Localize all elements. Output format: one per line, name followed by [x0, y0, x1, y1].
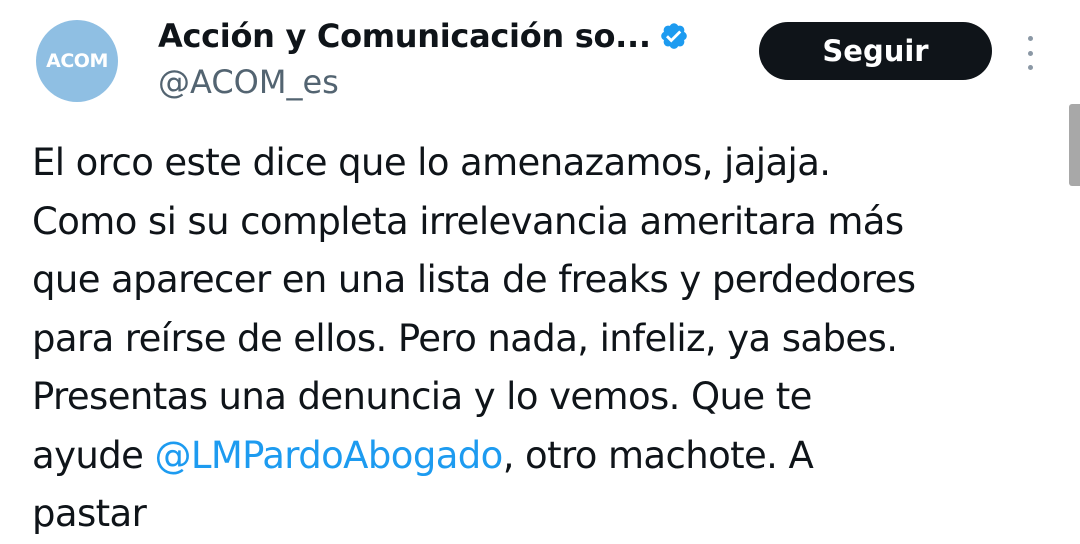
display-name[interactable]: Acción y Comunicación so... [158, 14, 651, 58]
tweet-line: Presentas una denuncia y lo vemos. Que t… [32, 375, 812, 418]
more-vertical-icon[interactable] [1024, 36, 1036, 70]
more-dot [1027, 65, 1033, 70]
author-name-row: Acción y Comunicación so... [158, 14, 689, 58]
follow-button[interactable]: Seguir [759, 22, 992, 80]
tweet-text-segment: ayude [32, 433, 155, 477]
verified-badge-icon [660, 23, 687, 49]
tweet-line: El orco este dice que lo amenazamos, jaj… [32, 141, 831, 184]
author-handle[interactable]: @ACOM_es [158, 62, 339, 102]
tweet-line: Como si su completa irrelevancia amerita… [32, 199, 904, 243]
tweet-text: El orco este dice que lo amenazamos, jaj… [32, 134, 1062, 544]
mention-link[interactable]: @LMPardoAbogado [154, 434, 503, 477]
avatar[interactable]: ACOM [36, 20, 118, 102]
tweet-text-segment: , otro machote. A [502, 433, 814, 477]
avatar-text: ACOM [46, 50, 108, 72]
tweet-line: para reírse de ellos. Pero nada, infeliz… [32, 316, 898, 360]
more-dot [1027, 36, 1033, 41]
more-dot [1027, 50, 1033, 56]
scrollbar-thumb[interactable] [1069, 104, 1080, 186]
tweet-line: que aparecer en una lista de freaks y pe… [32, 258, 916, 301]
tweet-line: pastar [32, 492, 147, 535]
tweet-line-with-mention: ayude @LMPardoAbogado, otro machote. A [32, 427, 1062, 486]
